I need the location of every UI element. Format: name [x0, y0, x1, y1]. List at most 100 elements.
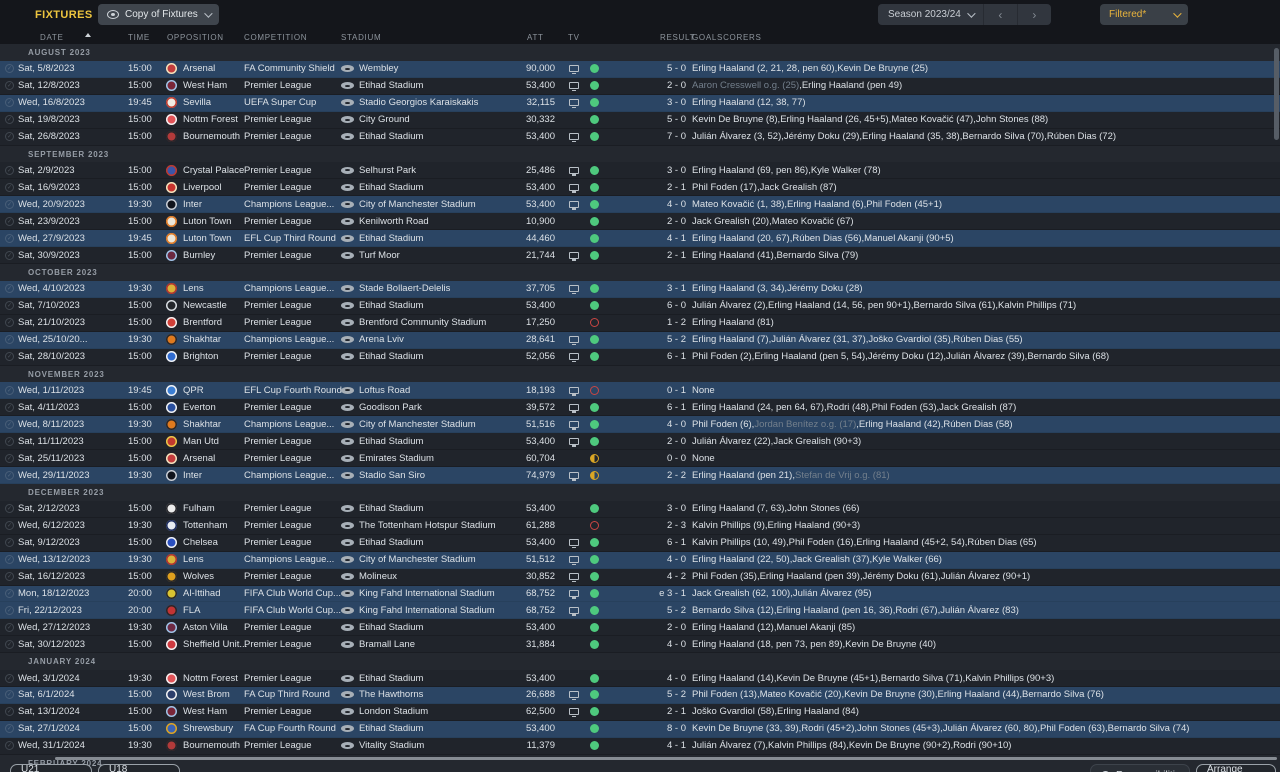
- fixture-row[interactable]: ✓ Wed, 6/12/2023 19:30 Tottenham Premier Lea…: [0, 517, 1280, 535]
- fixture-row[interactable]: ✓ Wed, 29/11/2023 19:30 Inter Champions Leag…: [0, 467, 1280, 484]
- fixture-row[interactable]: ✓ Sat, 2/9/2023 15:00 Crystal Palace Premier…: [0, 162, 1280, 180]
- fixture-row[interactable]: ✓ Wed, 27/9/2023 19:45 Luton Town EFL Cup Th…: [0, 230, 1280, 248]
- tv-cell: [566, 298, 582, 314]
- result-cell: 6 - 0: [666, 300, 686, 312]
- goalscorer: Rodri (48): [826, 401, 869, 413]
- tv-cell: [566, 619, 582, 635]
- goalscorer: Jérémy Doku (12): [867, 351, 944, 363]
- stadium-name: Etihad Stadium: [359, 80, 424, 92]
- u18-fixtures-button[interactable]: U18 Fixtures›: [98, 764, 180, 772]
- fixture-row[interactable]: ✓ Sat, 28/10/2023 15:00 Brighton Premier Lea…: [0, 348, 1280, 366]
- fixture-row[interactable]: ✓ Wed, 3/1/2024 19:30 Nottm Forest Premier L…: [0, 670, 1280, 688]
- responsibilities-button[interactable]: Responsibilities: [1090, 764, 1190, 772]
- fixture-row[interactable]: ✓ Fri, 22/12/2023 20:00 FLA FIFA Club World …: [0, 602, 1280, 620]
- fixture-row[interactable]: ✓ Sat, 12/8/2023 15:00 West Ham Premier Leag…: [0, 77, 1280, 95]
- column-header-stadium[interactable]: STADIUM: [341, 33, 381, 42]
- fixture-row[interactable]: ✓ Sat, 21/10/2023 15:00 Brentford Premier Le…: [0, 314, 1280, 332]
- column-header-tv[interactable]: TV: [568, 33, 580, 42]
- check-circle-icon: ✓: [5, 182, 14, 192]
- tv-cell: [566, 450, 582, 466]
- fixture-row[interactable]: ✓ Sat, 2/12/2023 15:00 Fulham Premier League…: [0, 500, 1280, 518]
- column-header-goalscorers[interactable]: GOALSCORERS: [692, 33, 762, 42]
- stadium-icon: [341, 708, 354, 716]
- fixture-row[interactable]: ✓ Sat, 25/11/2023 15:00 Arsenal Premier Leag…: [0, 450, 1280, 468]
- column-header-att[interactable]: ATT: [527, 33, 544, 42]
- stadium-icon: [341, 573, 354, 581]
- sort-ascending-icon: [85, 33, 91, 37]
- fixture-row[interactable]: ✓ Sat, 30/9/2023 15:00 Burnley Premier Leagu…: [0, 247, 1280, 264]
- form-cell: [588, 687, 600, 703]
- view-selector-dropdown[interactable]: Copy of Fixtures: [98, 4, 219, 25]
- vertical-scrollbar[interactable]: [1274, 48, 1279, 140]
- fixture-row[interactable]: ✓ Wed, 20/9/2023 19:30 Inter Champions Leagu…: [0, 196, 1280, 214]
- check-circle-icon: ✓: [5, 538, 14, 548]
- filter-dropdown[interactable]: Filtered*: [1100, 4, 1188, 25]
- fixture-row[interactable]: ✓ Sat, 9/12/2023 15:00 Chelsea Premier Leagu…: [0, 534, 1280, 552]
- fixture-row[interactable]: ✓ Sat, 4/11/2023 15:00 Everton Premier Leagu…: [0, 399, 1280, 417]
- win-dot-icon: [589, 741, 599, 751]
- column-header-opposition[interactable]: OPPOSITION: [167, 33, 224, 42]
- fixture-row[interactable]: ✓ Sat, 19/8/2023 15:00 Nottm Forest Premier …: [0, 111, 1280, 129]
- competition-cell: Premier League: [244, 706, 312, 718]
- stadium-icon: [341, 691, 354, 699]
- fixture-row[interactable]: ✓ Sat, 16/9/2023 15:00 Liverpool Premier Lea…: [0, 179, 1280, 197]
- played-check: ✓: [5, 399, 17, 415]
- fixture-row[interactable]: ✓ Sat, 30/12/2023 15:00 Sheffield Unit... Pr…: [0, 636, 1280, 654]
- opposition-badge: [166, 518, 177, 534]
- fixture-row[interactable]: ✓ Wed, 25/10/20... 19:30 Shakhtar Champions …: [0, 331, 1280, 349]
- fixture-row[interactable]: ✓ Wed, 1/11/2023 19:45 QPR EFL Cup Fourth Ro…: [0, 382, 1280, 400]
- played-check: ✓: [5, 602, 17, 618]
- date-cell: Sat, 16/9/2023: [18, 181, 80, 193]
- win-dot-icon: [589, 132, 599, 142]
- time-cell: 15:00: [128, 723, 152, 735]
- fixture-row[interactable]: ✓ Mon, 18/12/2023 20:00 Al-Ittihad FIFA Club…: [0, 585, 1280, 603]
- played-check: ✓: [5, 298, 17, 314]
- fixture-row[interactable]: ✓ Sat, 27/1/2024 15:00 Shrewsbury FA Cup Fou…: [0, 720, 1280, 738]
- fixture-row[interactable]: ✓ Wed, 13/12/2023 19:30 Lens Champions Leagu…: [0, 551, 1280, 569]
- fixture-row[interactable]: ✓ Sat, 5/8/2023 15:00 Arsenal FA Community S…: [0, 60, 1280, 78]
- goalscorer: Joško Gvardiol (35): [868, 334, 951, 346]
- competition-cell: Champions League...: [244, 283, 335, 295]
- fixture-row[interactable]: ✓ Wed, 31/1/2024 19:30 Bournemouth Premier L…: [0, 737, 1280, 755]
- column-header-time[interactable]: TIME: [128, 33, 150, 42]
- fixture-row[interactable]: ✓ Wed, 4/10/2023 19:30 Lens Champions League…: [0, 280, 1280, 298]
- arrange-friendly-button[interactable]: Arrange Friendly: [1196, 764, 1276, 772]
- tv-monitor-icon: [569, 573, 579, 583]
- fixture-row[interactable]: ✓ Sat, 26/8/2023 15:00 Bournemouth Premier L…: [0, 128, 1280, 146]
- fixture-row[interactable]: ✓ Sat, 7/10/2023 15:00 Newcastle Premier Lea…: [0, 297, 1280, 315]
- fixture-row[interactable]: ✓ Sat, 13/1/2024 15:00 West Ham Premier Leag…: [0, 703, 1280, 721]
- result-cell: 3 - 0: [666, 97, 686, 109]
- fixture-row[interactable]: ✓ Wed, 16/8/2023 19:45 Sevilla UEFA Super Cu…: [0, 94, 1280, 112]
- column-header-date[interactable]: DATE: [40, 33, 64, 42]
- column-header-competition[interactable]: COMPETITION: [244, 33, 307, 42]
- club-crest-icon: [166, 249, 177, 261]
- fixture-row[interactable]: ✓ Wed, 27/12/2023 19:30 Aston Villa Premier …: [0, 619, 1280, 637]
- stadium-cell: Etihad Stadium: [341, 179, 423, 195]
- form-cell: [588, 636, 600, 652]
- goalscorer: Jack Grealish (90+3): [773, 435, 862, 447]
- attendance-cell: 53,400: [525, 503, 555, 515]
- goalscorer: Erling Haaland (14, 56, pen 90+1): [768, 300, 911, 312]
- tv-cell: [566, 552, 582, 568]
- stadium-cell: Stadio Georgios Karaiskakis: [341, 95, 478, 111]
- goalscorer: Erling Haaland (3, 34): [692, 283, 785, 295]
- stadium-name: Etihad Stadium: [359, 723, 424, 735]
- u21-fixtures-button[interactable]: U21 Fixtures›: [10, 764, 92, 772]
- next-season-button[interactable]: ›: [1016, 4, 1051, 25]
- fixture-row[interactable]: ✓ Sat, 23/9/2023 15:00 Luton Town Premier Le…: [0, 213, 1280, 231]
- fixture-row[interactable]: ✓ Sat, 6/1/2024 15:00 West Brom FA Cup Third…: [0, 687, 1280, 704]
- time-cell: 15:00: [128, 317, 152, 329]
- fixture-row[interactable]: ✓ Sat, 11/11/2023 15:00 Man Utd Premier Leag…: [0, 433, 1280, 451]
- goalscorer: Erling Haaland (81): [692, 317, 774, 329]
- goalscorers-cell: Jack Grealish (20), Mateo Kovačić (67): [692, 215, 854, 227]
- stadium-name: Etihad Stadium: [359, 300, 424, 312]
- previous-season-button[interactable]: ‹: [982, 4, 1017, 25]
- fixture-row[interactable]: ✓ Wed, 8/11/2023 19:30 Shakhtar Champions Le…: [0, 416, 1280, 434]
- opposition-badge: [166, 636, 177, 652]
- horizontal-scrollbar[interactable]: [55, 757, 1277, 760]
- season-navigator: Season 2023/24 ‹ ›: [878, 4, 1051, 25]
- season-dropdown[interactable]: Season 2023/24: [878, 4, 983, 25]
- column-header-result[interactable]: RESULT: [660, 33, 695, 42]
- tv-cell: [566, 569, 582, 585]
- fixture-row[interactable]: ✓ Sat, 16/12/2023 15:00 Wolves Premier Leagu…: [0, 568, 1280, 586]
